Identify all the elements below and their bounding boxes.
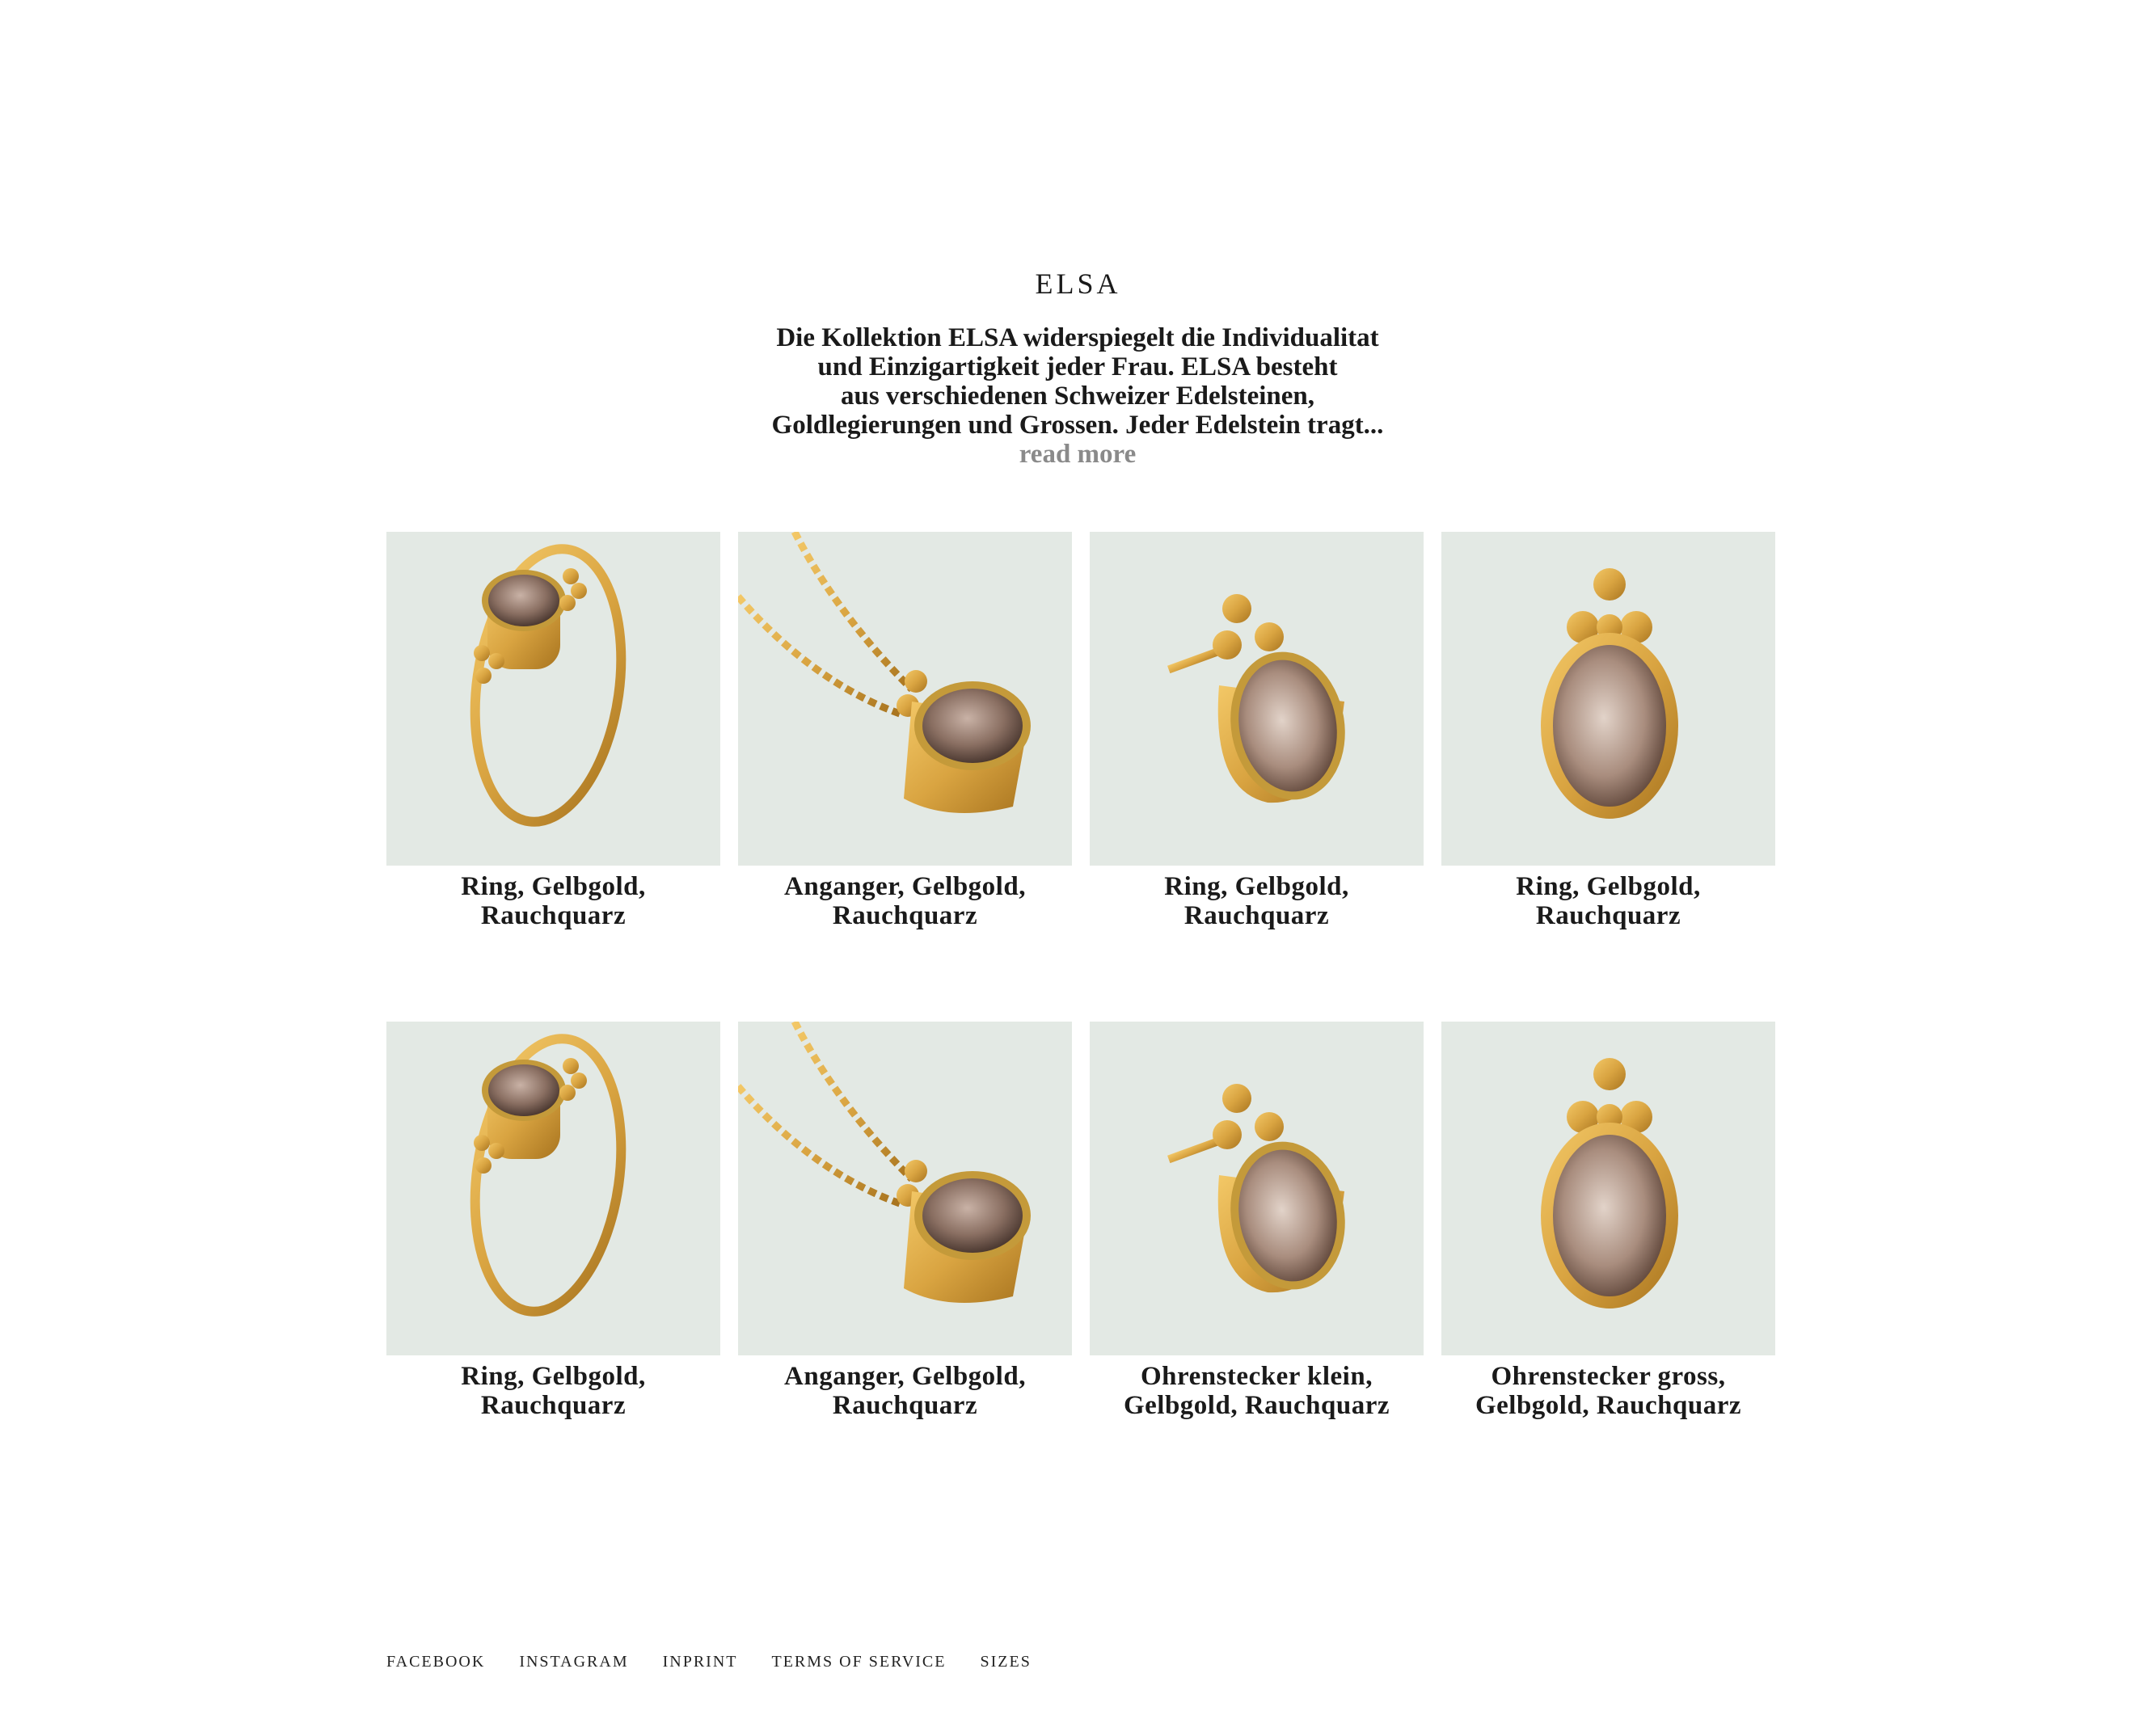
product-caption[interactable]: Ring, Gelbgold, Rauchquarz: [1090, 872, 1424, 930]
ring-image[interactable]: [386, 1022, 720, 1355]
caption-line: Rauchquarz: [1535, 901, 1681, 930]
product-row: Ring, Gelbgold, Rauchquarz Anganger, Gel…: [386, 532, 1777, 1022]
caption-line: Rauchquarz: [832, 1391, 978, 1420]
intro-line: Die Kollektion ELSA widerspiegelt die In…: [776, 323, 1379, 352]
intro-line: aus verschiedenen Schweizer Edelsteinen,: [840, 381, 1315, 411]
caption-line: Anganger, Gelbgold,: [784, 1362, 1026, 1391]
caption-line: Rauchquarz: [480, 1391, 627, 1420]
product-grid: Ring, Gelbgold, Rauchquarz Anganger, Gel…: [386, 532, 1777, 1511]
page-title: ELSA: [1035, 268, 1121, 300]
footer-link-terms[interactable]: TERMS OF SERVICE: [772, 1653, 947, 1671]
caption-line: Rauchquarz: [1183, 901, 1330, 930]
product-card[interactable]: Ohrenstecker gross, Gelbgold, Rauchquarz: [1441, 1022, 1775, 1511]
footer-link-inprint[interactable]: INPRINT: [663, 1653, 738, 1671]
caption-line: Gelbgold, Rauchquarz: [1123, 1391, 1390, 1420]
product-card[interactable]: Ring, Gelbgold, Rauchquarz: [386, 532, 720, 1022]
caption-line: Anganger, Gelbgold,: [784, 872, 1026, 901]
intro-line: Goldlegierungen und Grossen. Jeder Edels…: [771, 411, 1384, 440]
product-caption[interactable]: Ring, Gelbgold, Rauchquarz: [386, 872, 720, 930]
product-caption[interactable]: Ring, Gelbgold, Rauchquarz: [1441, 872, 1775, 930]
earring-large-image[interactable]: [1441, 1022, 1775, 1355]
footer-link-facebook[interactable]: FACEBOOK: [386, 1653, 485, 1671]
caption-line: Ohrenstecker klein,: [1141, 1362, 1373, 1391]
product-card[interactable]: Ring, Gelbgold, Rauchquarz: [1441, 532, 1775, 1022]
caption-line: Ring, Gelbgold,: [1516, 872, 1701, 901]
caption-line: Ring, Gelbgold,: [461, 872, 646, 901]
footer-link-sizes[interactable]: SIZES: [980, 1653, 1031, 1671]
product-card[interactable]: Ring, Gelbgold, Rauchquarz: [1090, 532, 1424, 1022]
caption-line: Ohrenstecker gross,: [1491, 1362, 1726, 1391]
product-row: Ring, Gelbgold, Rauchquarz Anganger, Gel…: [386, 1022, 1777, 1511]
product-caption[interactable]: Ring, Gelbgold, Rauchquarz: [386, 1362, 720, 1420]
product-card[interactable]: Ring, Gelbgold, Rauchquarz: [386, 1022, 720, 1511]
caption-line: Gelbgold, Rauchquarz: [1475, 1391, 1742, 1420]
earring-large-image[interactable]: [1441, 532, 1775, 866]
caption-line: Rauchquarz: [832, 901, 978, 930]
earring-small-image[interactable]: [1090, 1022, 1424, 1355]
read-more-link[interactable]: read more: [673, 440, 1482, 469]
intro-line: und Einzigartigkeit jeder Frau. ELSA bes…: [817, 352, 1338, 381]
pendant-image[interactable]: [738, 532, 1072, 866]
product-caption[interactable]: Anganger, Gelbgold, Rauchquarz: [738, 1362, 1072, 1420]
product-caption[interactable]: Ohrenstecker gross, Gelbgold, Rauchquarz: [1441, 1362, 1775, 1420]
caption-line: Ring, Gelbgold,: [1164, 872, 1349, 901]
earring-small-image[interactable]: [1090, 532, 1424, 866]
footer-link-instagram[interactable]: INSTAGRAM: [519, 1653, 628, 1671]
collection-intro: Die Kollektion ELSA widerspiegelt die In…: [673, 323, 1482, 469]
product-caption[interactable]: Anganger, Gelbgold, Rauchquarz: [738, 872, 1072, 930]
footer-nav: FACEBOOK INSTAGRAM INPRINT TERMS OF SERV…: [386, 1653, 1032, 1671]
pendant-image[interactable]: [738, 1022, 1072, 1355]
product-card[interactable]: Anganger, Gelbgold, Rauchquarz: [738, 532, 1072, 1022]
caption-line: Rauchquarz: [480, 901, 627, 930]
caption-line: Ring, Gelbgold,: [461, 1362, 646, 1391]
product-card[interactable]: Anganger, Gelbgold, Rauchquarz: [738, 1022, 1072, 1511]
product-card[interactable]: Ohrenstecker klein, Gelbgold, Rauchquarz: [1090, 1022, 1424, 1511]
ring-image[interactable]: [386, 532, 720, 866]
product-caption[interactable]: Ohrenstecker klein, Gelbgold, Rauchquarz: [1090, 1362, 1424, 1420]
